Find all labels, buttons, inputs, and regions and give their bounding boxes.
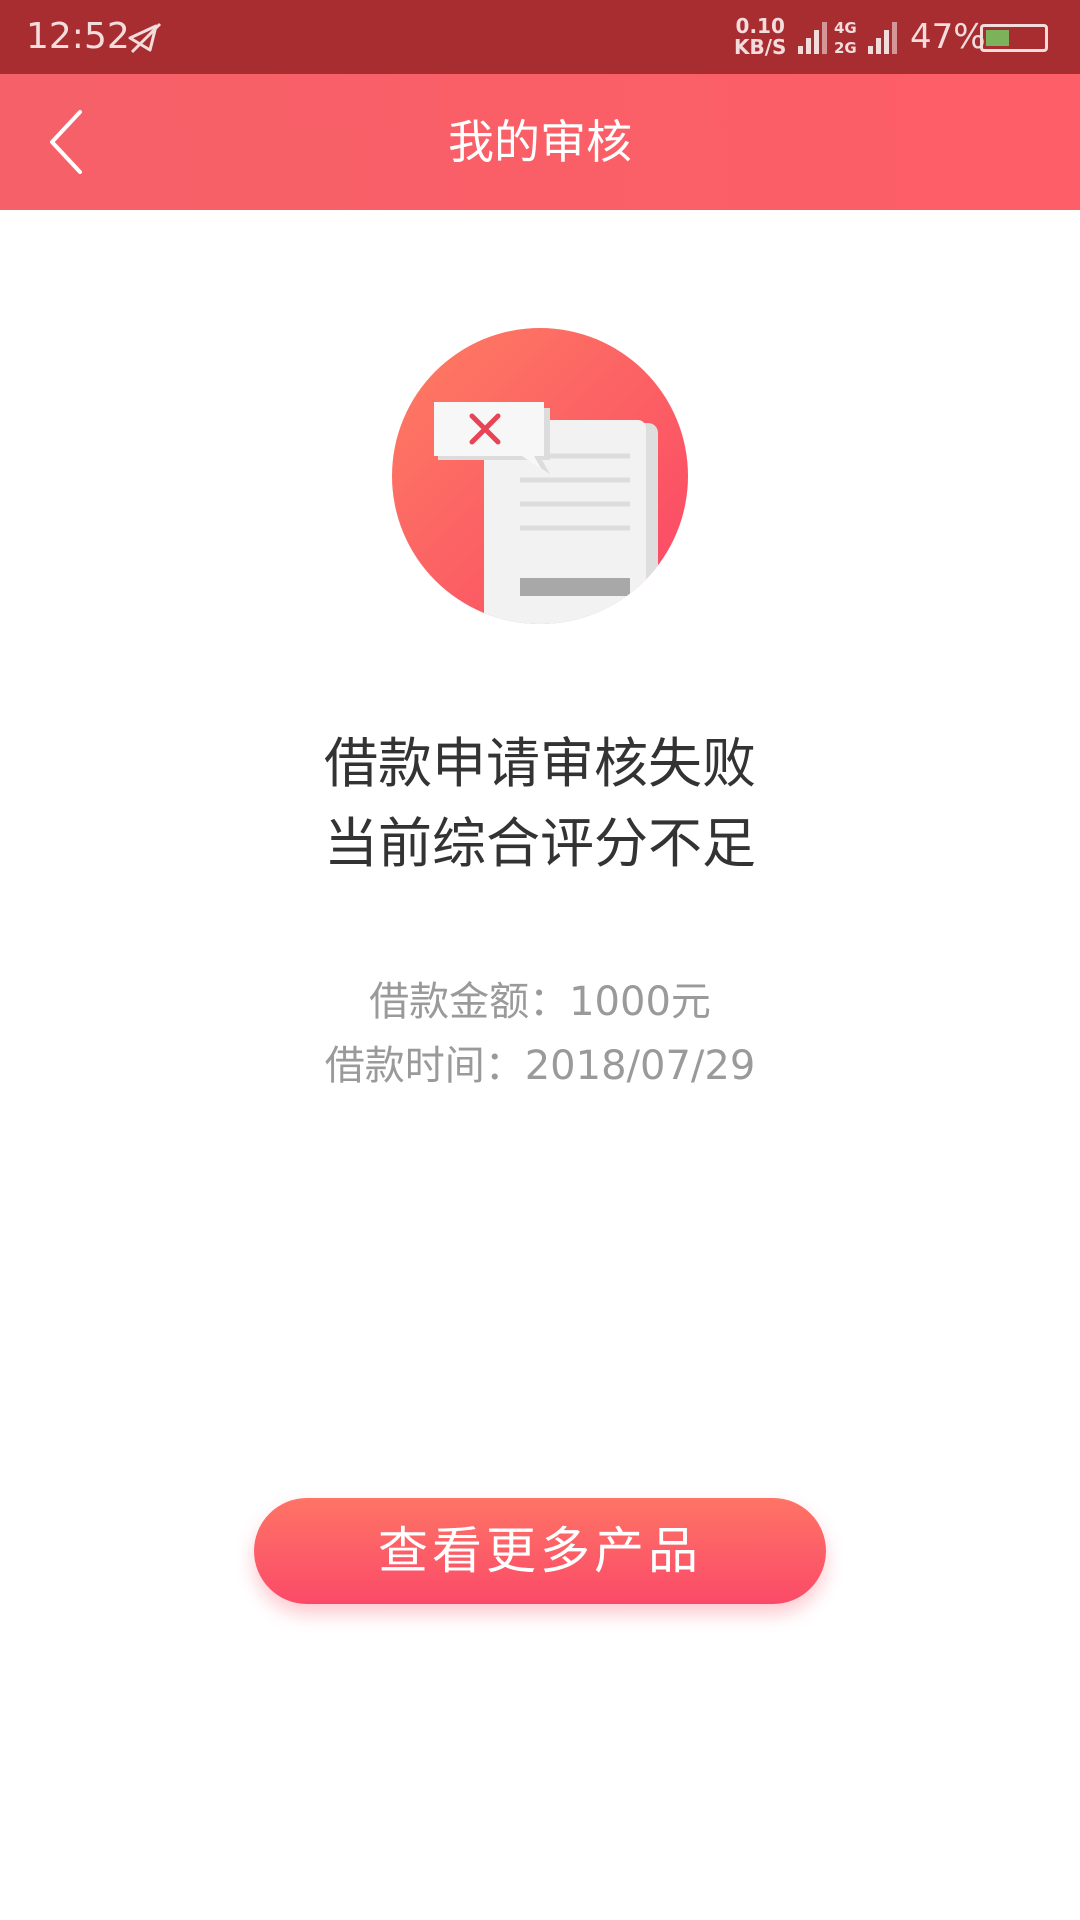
result-title: 借款申请审核失败 xyxy=(324,732,756,795)
battery-level xyxy=(986,30,1010,46)
nav-bar: 我的审核 xyxy=(0,74,1080,210)
signal-icon xyxy=(798,22,827,54)
loan-date: 借款时间：2018/07/29 xyxy=(324,1043,756,1089)
page-title: 我的审核 xyxy=(448,115,632,169)
network-type: 4G 2G xyxy=(834,19,857,57)
chevron-left-icon[interactable] xyxy=(30,102,110,182)
mute-icon xyxy=(128,22,162,54)
battery-icon xyxy=(980,24,1048,52)
result-reason: 当前综合评分不足 xyxy=(324,812,756,875)
signal-icon-2 xyxy=(868,22,897,54)
status-bar: 12:52 0.10 KB/S 4G 2G 47% xyxy=(0,0,1080,74)
battery-percent: 47% xyxy=(910,17,986,57)
loan-amount: 借款金额：1000元 xyxy=(369,979,711,1025)
rejected-document-icon xyxy=(392,328,688,624)
network-speed: 0.10 KB/S xyxy=(734,14,787,59)
clock: 12:52 xyxy=(26,16,130,57)
view-more-products-button[interactable]: 查看更多产品 xyxy=(254,1498,826,1604)
